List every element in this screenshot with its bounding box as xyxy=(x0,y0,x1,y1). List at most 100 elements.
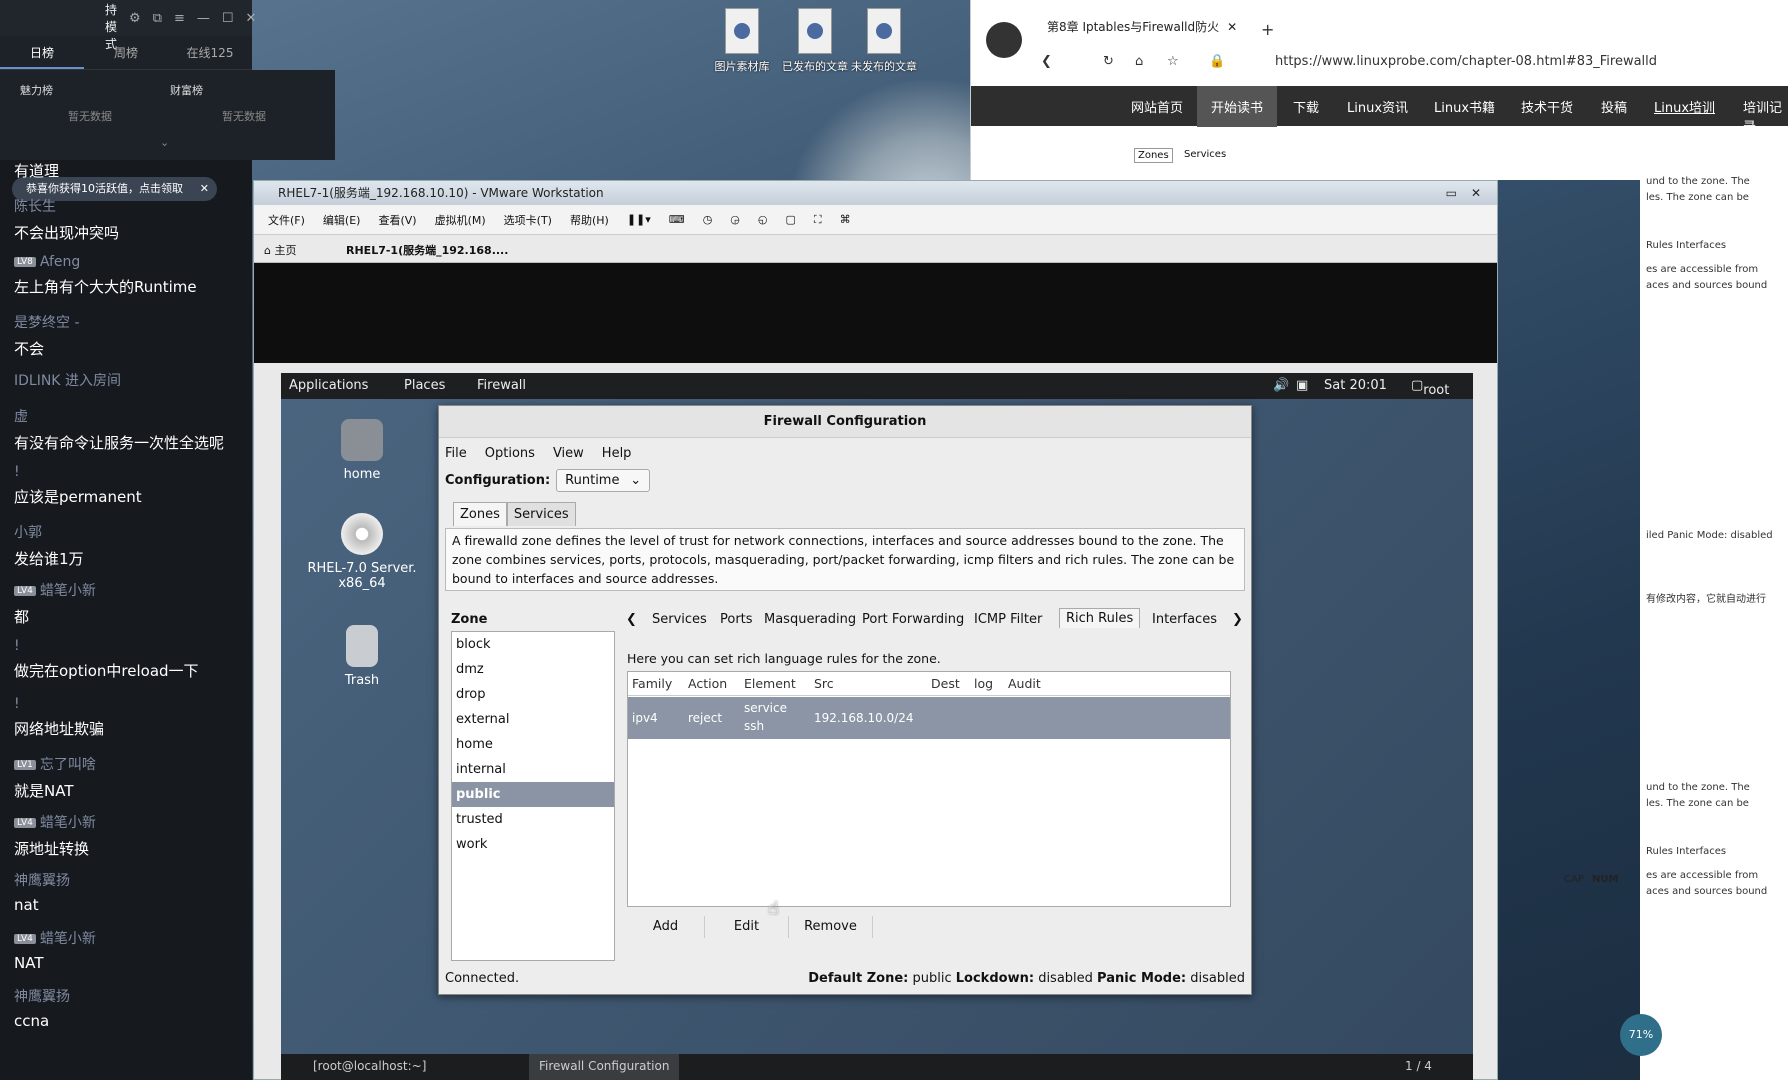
minimize-icon[interactable]: — xyxy=(197,11,210,26)
new-tab-icon[interactable]: + xyxy=(1261,20,1274,39)
tab-icmp-filter[interactable]: ICMP Filter xyxy=(971,612,1045,627)
tab-masquerading[interactable]: Masquerading xyxy=(761,612,859,627)
nav-tech[interactable]: 技术干货 xyxy=(1521,97,1573,116)
nav-start-reading[interactable]: 开始读书 xyxy=(1197,86,1278,127)
zone-item[interactable]: drop xyxy=(452,682,614,707)
nav-training[interactable]: Linux培训 xyxy=(1654,97,1715,116)
add-button[interactable]: Add xyxy=(627,916,705,938)
nav-download[interactable]: 下载 xyxy=(1293,97,1319,116)
applications-menu[interactable]: Applications xyxy=(289,378,368,393)
clock[interactable]: Sat 20:01 xyxy=(1324,378,1387,393)
desktop-icon-disc[interactable]: RHEL-7.0 Server. x86_64 xyxy=(307,513,417,591)
zone-item[interactable]: dmz xyxy=(452,657,614,682)
view-console-icon[interactable]: ▢ xyxy=(786,213,796,226)
edit-button[interactable]: Edit xyxy=(705,916,789,938)
col-src[interactable]: Src xyxy=(814,676,834,691)
col-action[interactable]: Action xyxy=(688,676,727,691)
nav-training-records[interactable]: 培训记录 xyxy=(1743,97,1788,135)
minimize-icon[interactable]: ▭ xyxy=(1446,181,1457,205)
site-nav: 网站首页 开始读书 下载 Linux资讯 Linux书籍 技术干货 投稿 Lin… xyxy=(971,86,1788,135)
tabs-next-icon[interactable]: ❯ xyxy=(1229,612,1246,627)
tab-home[interactable]: ⌂ 主页 xyxy=(264,242,296,258)
reload-icon[interactable]: ↻ xyxy=(1103,54,1114,69)
col-element[interactable]: Element xyxy=(744,676,796,691)
zone-item[interactable]: home xyxy=(452,732,614,757)
tab-weekly[interactable]: 周榜 xyxy=(84,36,168,69)
app-menu[interactable]: Firewall xyxy=(477,378,526,393)
tabs-prev-icon[interactable]: ❮ xyxy=(623,612,640,627)
menu-help[interactable]: Help xyxy=(602,446,632,461)
home-icon[interactable]: ⌂ xyxy=(1135,54,1143,69)
popout-icon[interactable]: ⧉ xyxy=(153,11,162,26)
tab-services[interactable]: Services xyxy=(649,612,710,627)
send-keys-icon[interactable]: ⌨ xyxy=(669,213,685,226)
places-menu[interactable]: Places xyxy=(404,378,445,393)
star-icon[interactable]: ☆ xyxy=(1167,54,1179,69)
table-row[interactable]: ipv4 reject service ssh 192.168.10.0/24 xyxy=(628,697,1230,739)
url-text[interactable]: https://www.linuxprobe.com/chapter-08.ht… xyxy=(1275,54,1657,69)
col-log[interactable]: log xyxy=(974,676,993,691)
tab-ports[interactable]: Ports xyxy=(717,612,756,627)
desktop-icon-unpublished[interactable]: 未发布的文章 xyxy=(829,8,939,74)
menu-tabs[interactable]: 选项卡(T) xyxy=(504,212,552,228)
volume-icon[interactable]: 🔊 xyxy=(1273,378,1289,393)
menu-file[interactable]: 文件(F) xyxy=(268,212,305,228)
snapshot-icon[interactable]: ◷ xyxy=(703,213,713,226)
tab-services[interactable]: Services xyxy=(506,502,576,526)
tab-daily[interactable]: 日榜 xyxy=(0,36,84,69)
nav-linux-books[interactable]: Linux书籍 xyxy=(1434,97,1495,116)
desktop-icon-home[interactable]: home xyxy=(307,419,417,482)
zone-item[interactable]: trusted xyxy=(452,807,614,832)
zone-item[interactable]: external xyxy=(452,707,614,732)
fullscreen-icon[interactable]: ⛶ xyxy=(814,213,822,227)
col-audit[interactable]: Audit xyxy=(1008,676,1041,691)
pause-icon[interactable]: ❚❚▾ xyxy=(627,213,651,226)
manage-snapshots-icon[interactable]: ◵ xyxy=(758,213,768,226)
user-menu[interactable]: ▢ root xyxy=(1411,378,1449,398)
back-icon[interactable]: ❮ xyxy=(1041,54,1052,69)
tab-interfaces[interactable]: Interfaces xyxy=(1149,612,1220,627)
menu-file[interactable]: File xyxy=(445,446,467,461)
desktop-icon-trash[interactable]: Trash xyxy=(307,625,417,688)
zone-item[interactable]: block xyxy=(452,632,614,657)
menu-view[interactable]: 查看(V) xyxy=(378,212,416,228)
taskbar-firewall[interactable]: Firewall Configuration xyxy=(529,1054,680,1080)
browser-tab[interactable]: 第8章 Iptables与Firewalld防火 ✕ xyxy=(1047,18,1255,46)
expand-chevron-icon[interactable]: ⌄ xyxy=(160,136,169,149)
menu-view[interactable]: View xyxy=(553,446,584,461)
maximize-icon[interactable]: ☐ xyxy=(222,11,234,26)
page-tab-zones[interactable]: Zones xyxy=(1134,148,1173,163)
menu-edit[interactable]: 编辑(E) xyxy=(323,212,361,228)
tab-port-forwarding[interactable]: Port Forwarding xyxy=(859,612,967,627)
network-icon[interactable]: ▣ xyxy=(1296,378,1308,393)
zone-item[interactable]: work xyxy=(452,832,614,857)
nav-submit[interactable]: 投稿 xyxy=(1601,97,1627,116)
nav-home[interactable]: 网站首页 xyxy=(1131,97,1183,116)
menu-icon[interactable]: ≡ xyxy=(174,11,185,26)
nav-linux-news[interactable]: Linux资讯 xyxy=(1347,97,1408,116)
menu-options[interactable]: Options xyxy=(485,446,535,461)
col-dest[interactable]: Dest xyxy=(931,676,960,691)
menu-vm[interactable]: 虚拟机(M) xyxy=(435,212,486,228)
taskbar-terminal[interactable]: [root@localhost:~] xyxy=(313,1059,426,1073)
chat-message: 神鹰翼扬 nat xyxy=(14,873,70,914)
tab-rich-rules[interactable]: Rich Rules xyxy=(1059,608,1141,628)
close-icon[interactable]: ✕ xyxy=(246,11,257,26)
remove-button[interactable]: Remove xyxy=(789,916,873,938)
close-tab-icon[interactable]: ✕ xyxy=(1227,20,1237,34)
col-family[interactable]: Family xyxy=(632,676,672,691)
tab-zones[interactable]: Zones xyxy=(453,502,507,526)
restore-snapshot-icon[interactable]: ◶ xyxy=(730,213,740,226)
close-icon[interactable]: ✕ xyxy=(1471,181,1481,205)
tab-online[interactable]: 在线125 xyxy=(168,36,252,69)
menu-help[interactable]: 帮助(H) xyxy=(570,212,609,228)
tab-vm[interactable]: RHEL7-1(服务端_192.168.... xyxy=(346,242,508,258)
page-tab-services[interactable]: Services xyxy=(1181,148,1229,161)
configuration-select[interactable]: Runtime ⌄ xyxy=(556,469,651,492)
workspace-pager[interactable]: 1 / 4 xyxy=(1405,1059,1432,1073)
settings-icon[interactable]: ⚙ xyxy=(129,11,141,26)
zone-item-selected[interactable]: public xyxy=(452,782,614,807)
chat-message: ! 做完在option中reload一下 xyxy=(14,638,199,680)
terminal-icon[interactable]: ⌘ xyxy=(840,213,851,226)
zone-item[interactable]: internal xyxy=(452,757,614,782)
